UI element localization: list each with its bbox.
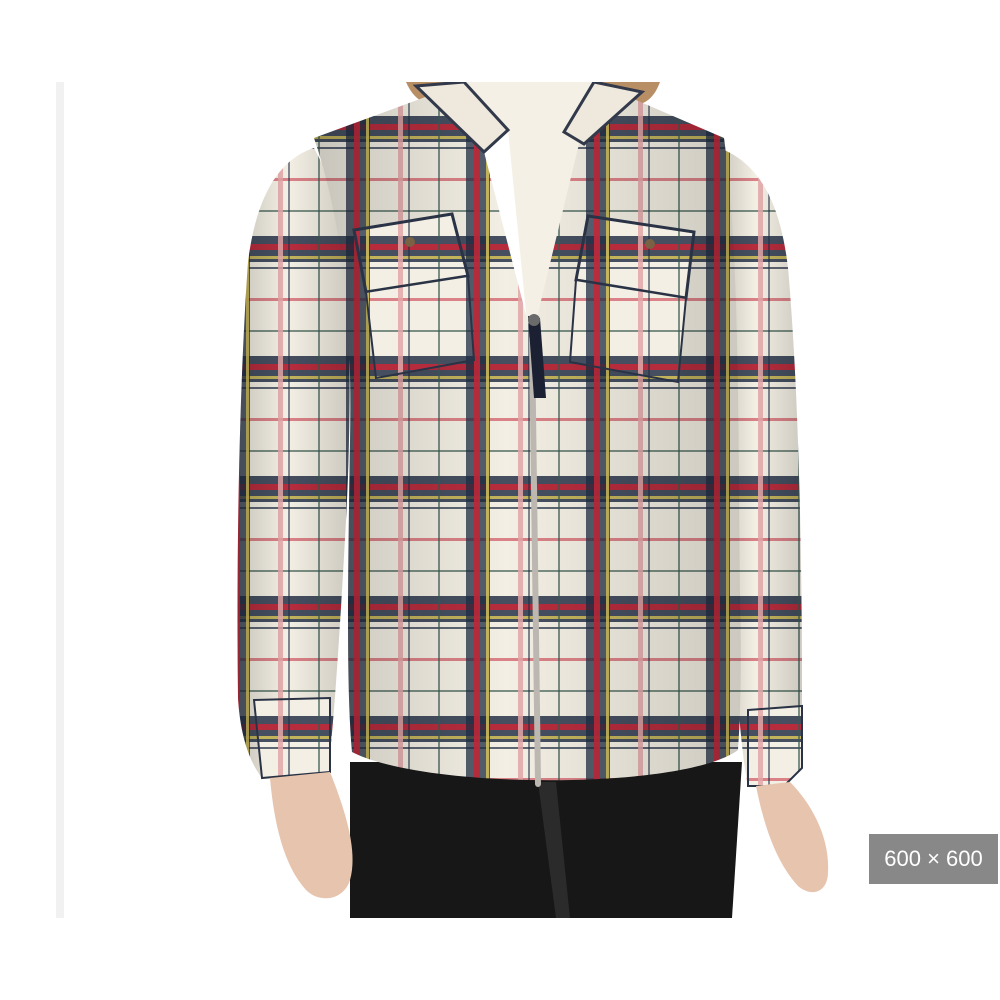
image-viewer: 600 × 600: [0, 0, 1000, 1000]
product-image[interactable]: [64, 82, 1000, 918]
image-size-badge: 600 × 600: [869, 834, 998, 884]
viewer-left-border: [56, 82, 64, 918]
plaid-zip-shirt-image: [237, 82, 829, 918]
left-hand-shape: [270, 772, 353, 899]
right-hand-shape: [756, 782, 829, 893]
